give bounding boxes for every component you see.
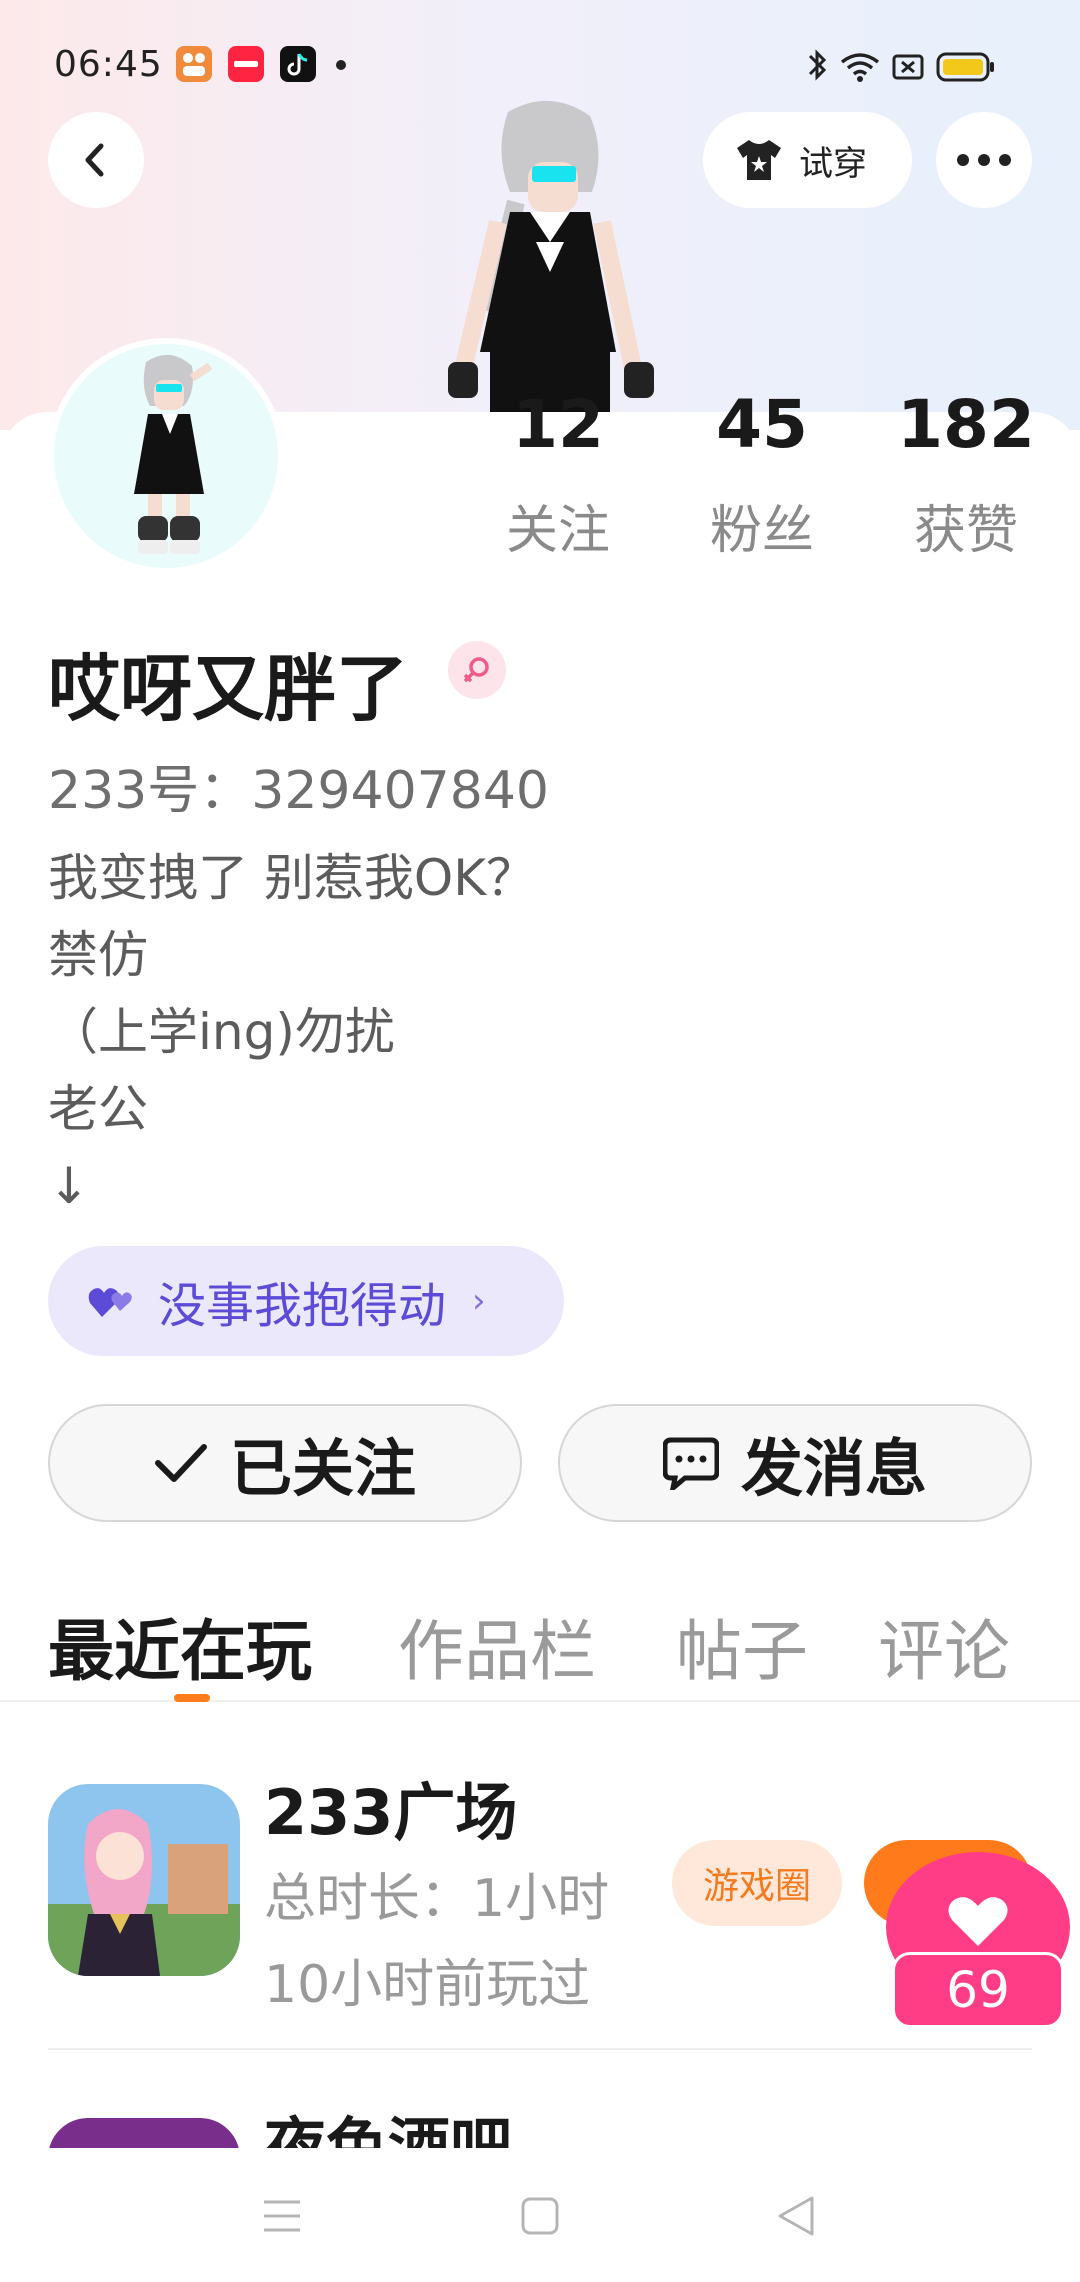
bio-line: 我变拽了 别惹我OK？	[48, 849, 537, 907]
floating-like-badge[interactable]: 69	[886, 1852, 1070, 2032]
game-title[interactable]: 夜色酒吧	[264, 2096, 512, 2148]
stat-following[interactable]: 12 关注	[478, 392, 638, 563]
followed-button[interactable]: 已关注	[48, 1404, 522, 1522]
profile-avatar[interactable]	[48, 338, 284, 574]
try-on-label: 试穿	[799, 143, 867, 184]
followed-label: 已关注	[229, 1432, 416, 1505]
more-options-button[interactable]	[936, 112, 1032, 208]
bio-line: ↓	[48, 1157, 90, 1215]
bio: 我变拽了 别惹我OK？ 禁仿 （上学ing)勿扰 老公 ↓	[48, 840, 536, 1225]
back-nav-icon[interactable]	[776, 2194, 816, 2238]
likes-label: 获赞	[913, 501, 1018, 561]
game-duration: 总时长：1小时	[264, 1869, 610, 1929]
system-icons	[802, 48, 1032, 84]
home-icon[interactable]	[520, 2196, 560, 2236]
stat-followers[interactable]: 45 粉丝	[682, 392, 842, 563]
username: 哎呀又胖了	[48, 647, 409, 731]
chevron-left-icon	[85, 143, 104, 177]
more-dots-icon	[957, 154, 1011, 166]
sim-icon	[892, 54, 924, 80]
active-tab-indicator	[174, 1694, 210, 1702]
like-badge-count: 69	[892, 1952, 1064, 2028]
game-circle-button[interactable]: 游戏圈	[672, 1840, 842, 1926]
wifi-icon	[840, 53, 880, 82]
bio-line: 禁仿	[48, 926, 148, 984]
heart-icon	[948, 1897, 1008, 1946]
likes-count: 182	[897, 386, 1035, 463]
bluetooth-icon	[808, 49, 827, 81]
app-notification-icon	[176, 46, 212, 82]
menu-icon[interactable]	[262, 2198, 302, 2234]
tab-recently-played[interactable]: 最近在玩	[48, 1598, 312, 1694]
following-count: 12	[512, 386, 604, 463]
tshirt-icon	[737, 140, 781, 180]
send-message-label: 发消息	[740, 1432, 927, 1505]
followers-count: 45	[716, 386, 808, 463]
avatar-3d-figure	[420, 92, 680, 422]
tab-works[interactable]: 作品栏	[398, 1598, 596, 1694]
list-divider	[48, 2048, 1032, 2050]
try-on-button[interactable]: 试穿	[703, 112, 912, 208]
profile-tabs: 最近在玩 作品栏 帖子 评论	[0, 1590, 1080, 1702]
female-gender-icon	[448, 641, 506, 699]
relationship-tag-label: 没事我抱得动	[158, 1278, 447, 1334]
game-last-played: 10小时前玩过	[264, 1955, 591, 2015]
user-id: 233号：329407840	[48, 761, 550, 821]
chevron-right-icon: ›	[472, 1281, 486, 1321]
more-notifications-dot	[336, 60, 346, 70]
tab-comments[interactable]: 评论	[878, 1598, 1010, 1694]
stat-likes[interactable]: 182 获赞	[886, 392, 1046, 563]
bio-line: （上学ing)勿扰	[48, 1003, 395, 1061]
check-icon	[154, 1444, 207, 1482]
game-title[interactable]: 233广场	[264, 1762, 517, 1852]
game-icon[interactable]	[48, 1784, 240, 1976]
battery-icon	[936, 52, 994, 82]
system-navigation-bar	[0, 2148, 1080, 2280]
tiktok-icon	[280, 46, 316, 82]
relationship-tag[interactable]: 没事我抱得动 ›	[48, 1246, 564, 1356]
send-message-button[interactable]: 发消息	[558, 1404, 1032, 1522]
chat-bubble-icon	[662, 1437, 719, 1490]
status-time: 06:45	[54, 44, 163, 85]
bio-line: 老公	[48, 1080, 148, 1138]
following-label: 关注	[505, 501, 610, 561]
followers-label: 粉丝	[709, 501, 814, 561]
double-heart-icon	[88, 1288, 132, 1317]
tab-posts[interactable]: 帖子	[676, 1598, 808, 1694]
xiaohongshu-icon	[228, 46, 264, 82]
back-button[interactable]	[48, 112, 144, 208]
